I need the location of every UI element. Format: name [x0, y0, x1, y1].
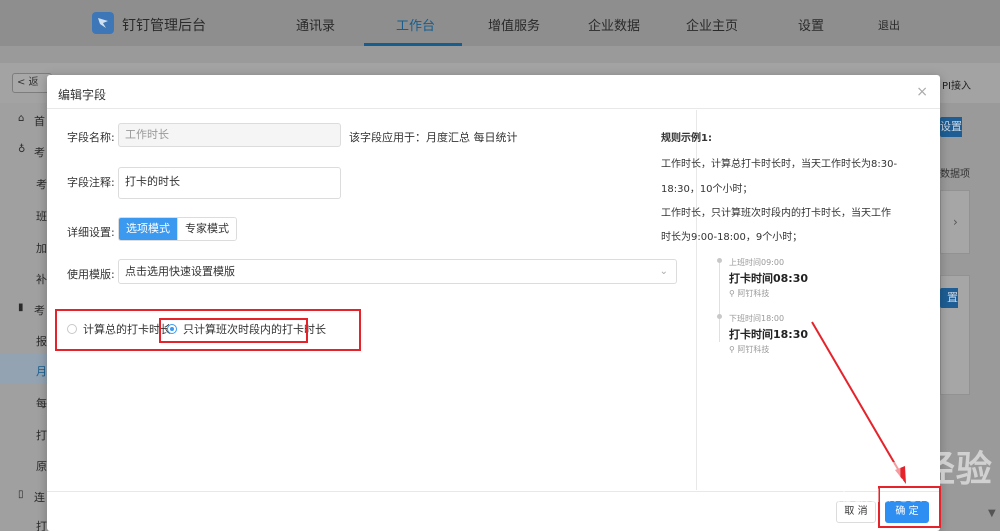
chevron-down-icon: ⌄	[659, 266, 668, 277]
scroll-down-icon[interactable]: ▼	[988, 508, 996, 519]
data-item-partial: 数据项	[940, 169, 970, 180]
sidebar-item[interactable]: 班	[36, 208, 47, 224]
timeline-punch: 打卡时间18:30	[729, 328, 809, 341]
device-icon: ▯	[18, 489, 24, 500]
nav-value-added[interactable]: 增值服务	[488, 15, 540, 34]
field-name-input[interactable]: 工作时长	[118, 123, 341, 147]
example-line: 18:30，10个小时；	[661, 184, 753, 195]
sidebar-item-selected[interactable]: 月	[36, 363, 47, 379]
top-navigation-bar: 钉钉管理后台 通讯录 工作台 增值服务 企业数据 企业主页 设置 退出	[0, 0, 1000, 46]
field-note-textarea[interactable]: 打卡的时长	[118, 167, 341, 199]
timeline-dot	[717, 258, 722, 263]
app-title: 钉钉管理后台	[122, 18, 206, 34]
option-mode-button[interactable]: 选项模式	[119, 218, 177, 240]
field-name-label: 字段名称:	[67, 131, 115, 144]
nav-enterprise-data[interactable]: 企业数据	[588, 15, 640, 34]
template-select[interactable]: 点击选用快速设置模版 ⌄	[118, 259, 677, 284]
nav-active-indicator	[364, 43, 462, 46]
timeline-location: ⚲ 阿钉科技	[729, 345, 770, 354]
nav-settings[interactable]: 设置	[798, 15, 824, 34]
expert-mode-button[interactable]: 专家模式	[177, 218, 236, 240]
sidebar-item[interactable]: 打	[36, 427, 47, 443]
sidebar-item[interactable]: 首	[34, 113, 45, 129]
detail-settings-label: 详细设置:	[67, 226, 115, 239]
close-icon[interactable]: ×	[916, 84, 928, 100]
nav-enterprise-home[interactable]: 企业主页	[686, 15, 738, 34]
sidebar-item[interactable]: 打	[36, 518, 47, 531]
timeline-scheduled: 上班时间09:00	[729, 258, 785, 267]
dialog-header: 编辑字段 ×	[47, 75, 940, 109]
attendance-icon: ♁	[18, 144, 26, 155]
nav-workbench[interactable]: 工作台	[396, 15, 435, 34]
sidebar-item[interactable]: 加	[36, 240, 47, 256]
watermark-url: jingyan.baidu.com	[770, 486, 937, 507]
example-title: 规则示例1:	[661, 133, 712, 144]
sidebar-item[interactable]: 考	[34, 144, 45, 160]
dialog-title: 编辑字段	[58, 88, 107, 102]
logout-link[interactable]: 退出	[878, 17, 900, 33]
field-note-label: 字段注释:	[67, 176, 115, 189]
set-partial-button[interactable]: 置	[940, 288, 958, 308]
applies-to-text: 该字段应用于：月度汇总 每日统计	[349, 131, 518, 144]
panel-divider	[696, 110, 697, 490]
chevron-right-icon[interactable]: ›	[953, 215, 958, 229]
example-line: 时长为9:00-18:00，9个小时；	[661, 232, 803, 243]
sidebar-item[interactable]: 考	[36, 176, 47, 192]
sidebar-item[interactable]: 原	[36, 458, 47, 474]
partial-card: ›	[940, 190, 970, 254]
mode-toggle: 选项模式 专家模式	[118, 217, 237, 241]
sidebar-item[interactable]: 报	[36, 333, 47, 349]
timeline-location: ⚲ 阿钉科技	[729, 289, 770, 298]
settings-partial-button[interactable]: 设置	[940, 117, 962, 137]
template-placeholder: 点击选用快速设置模版	[125, 265, 235, 278]
chart-icon: ▮	[18, 302, 24, 313]
timeline-dot	[717, 314, 722, 319]
home-icon: ⌂	[18, 113, 25, 124]
template-label: 使用模版:	[67, 268, 115, 281]
sidebar-item[interactable]: 每	[36, 395, 47, 411]
dingtalk-logo-icon	[92, 12, 114, 34]
timeline-line	[719, 260, 720, 342]
sidebar-item[interactable]: 补	[36, 271, 47, 287]
timeline-scheduled: 下班时间18:00	[729, 314, 785, 323]
back-button[interactable]: < 返	[12, 73, 52, 93]
sidebar-item[interactable]: 考	[34, 302, 45, 318]
timeline-punch: 打卡时间08:30	[729, 272, 809, 285]
sidebar-item[interactable]: 连	[34, 489, 45, 505]
api-link[interactable]: PI接入	[942, 77, 971, 92]
nav-contacts[interactable]: 通讯录	[296, 15, 335, 34]
annotation-inner-box	[159, 318, 308, 343]
baidu-watermark: Bai du 经验	[768, 448, 993, 490]
